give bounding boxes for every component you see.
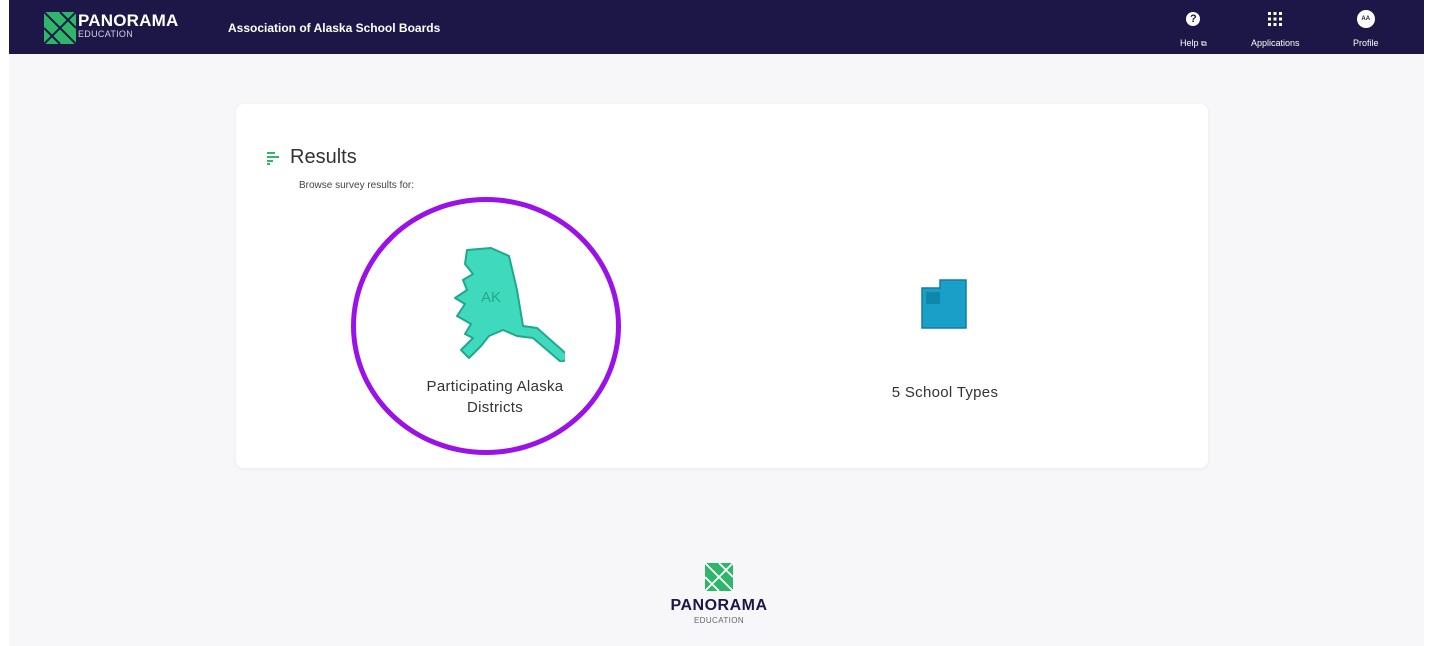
tile-school-types-label: 5 School Types: [891, 384, 999, 401]
grid-icon: [1268, 9, 1283, 29]
help-link[interactable]: ? Help ⧉: [1180, 9, 1207, 49]
logo-title: PANORAMA: [78, 11, 179, 30]
logo-wordmark: PANORAMA EDUCATION: [78, 12, 178, 39]
help-label: Help: [1180, 38, 1199, 48]
logo-subtitle: EDUCATION: [78, 29, 134, 39]
top-nav-bar: PANORAMA EDUCATION Association of Alaska…: [9, 0, 1424, 54]
external-link-icon: ⧉: [1201, 39, 1207, 48]
tile-school-types[interactable]: 5 School Types: [845, 276, 1045, 403]
results-card: Results Browse survey results for:: [236, 104, 1208, 468]
organization-name: Association of Alaska School Boards: [228, 21, 441, 35]
school-building-icon: [921, 279, 967, 329]
panorama-logo-icon: [44, 12, 76, 44]
alaska-map-icon: AK: [454, 247, 565, 362]
avatar: AA: [1356, 10, 1375, 28]
panorama-logo-link[interactable]: PANORAMA EDUCATION: [44, 12, 178, 44]
footer-logo: PANORAMA EDUCATION: [659, 563, 779, 625]
results-list-icon: [267, 151, 279, 165]
applications-menu[interactable]: Applications: [1251, 9, 1300, 48]
help-icon: ?: [1186, 9, 1201, 29]
tile-alaska-districts-label: Participating Alaska Districts: [426, 378, 564, 416]
results-subtitle: Browse survey results for:: [299, 180, 415, 191]
results-header: Results: [266, 146, 357, 169]
panorama-footer-logo-icon: [705, 563, 733, 591]
applications-label: Applications: [1251, 38, 1300, 48]
results-title: Results: [290, 146, 357, 168]
profile-menu[interactable]: AA Profile: [1353, 9, 1379, 48]
profile-label: Profile: [1353, 38, 1379, 48]
footer-logo-title: PANORAMA: [670, 597, 768, 614]
tile-alaska-districts[interactable]: AK Participating Alaska Districts: [395, 246, 595, 418]
state-abbreviation: AK: [481, 289, 501, 306]
footer-logo-subtitle: EDUCATION: [693, 616, 745, 625]
